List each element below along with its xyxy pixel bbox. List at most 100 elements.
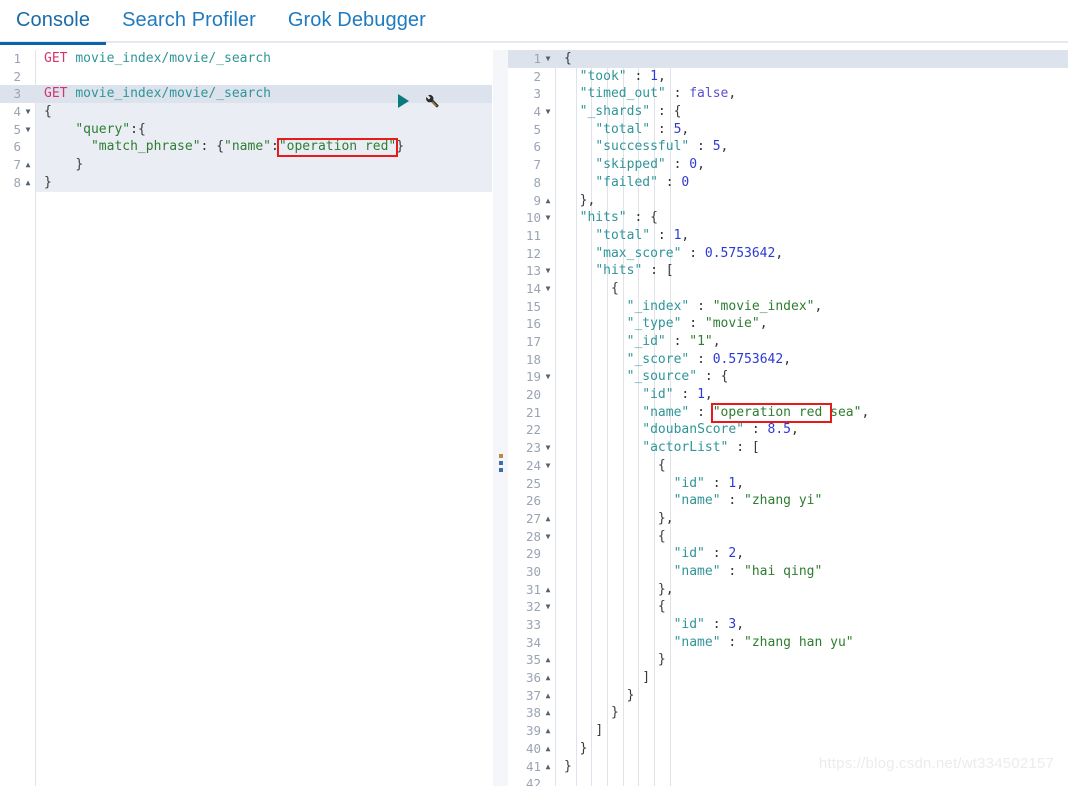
line-number[interactable]: 25 bbox=[508, 475, 555, 493]
play-icon[interactable] bbox=[398, 93, 409, 108]
code-line[interactable]: } bbox=[556, 687, 1068, 705]
code-line[interactable]: "total" : 5, bbox=[556, 121, 1068, 139]
fold-down-icon[interactable]: ▼ bbox=[543, 280, 553, 298]
line-number[interactable]: 3 bbox=[0, 85, 35, 104]
code-line[interactable]: "hits" : [ bbox=[556, 262, 1068, 280]
code-line[interactable]: "name" : "zhang han yu" bbox=[556, 634, 1068, 652]
response-editor-code[interactable]: { "took" : 1, "timed_out" : false, "_sha… bbox=[556, 50, 1068, 786]
request-editor-code[interactable]: GET movie_index/movie/_search GET movie_… bbox=[36, 50, 492, 786]
line-number[interactable]: 38 ▲ bbox=[508, 704, 555, 722]
fold-down-icon[interactable]: ▼ bbox=[543, 528, 553, 546]
code-line[interactable]: "_shards" : { bbox=[556, 103, 1068, 121]
line-number[interactable]: 4 ▼ bbox=[0, 103, 35, 121]
code-line[interactable]: "took" : 1, bbox=[556, 68, 1068, 86]
wrench-icon[interactable] bbox=[423, 92, 440, 109]
code-line[interactable]: GET movie_index/movie/_search bbox=[36, 50, 492, 68]
code-line[interactable]: "doubanScore" : 8.5, bbox=[556, 421, 1068, 439]
fold-down-icon[interactable]: ▼ bbox=[543, 103, 553, 121]
line-number[interactable]: 6 bbox=[508, 138, 555, 156]
line-number[interactable]: 20 bbox=[508, 386, 555, 404]
code-line[interactable]: "successful" : 5, bbox=[556, 138, 1068, 156]
code-line[interactable]: ] bbox=[556, 722, 1068, 740]
line-number[interactable]: 4 ▼ bbox=[508, 103, 555, 121]
line-number[interactable]: 33 bbox=[508, 616, 555, 634]
panel-splitter[interactable] bbox=[492, 50, 509, 786]
code-line[interactable]: } bbox=[556, 704, 1068, 722]
response-editor-gutter[interactable]: 1 ▼ 2 3 4 ▼ 5 6 7 8 9 ▲ 10 ▼ 11 12 13 ▼ 14 ▼ 15 16 17 18 19 ▼ 20 21… bbox=[508, 50, 556, 786]
fold-down-icon[interactable]: ▼ bbox=[23, 103, 33, 121]
code-line[interactable]: "skipped" : 0, bbox=[556, 156, 1068, 174]
line-number[interactable]: 2 bbox=[0, 68, 35, 86]
line-number[interactable]: 17 bbox=[508, 333, 555, 351]
line-number[interactable]: 5 ▼ bbox=[0, 121, 35, 139]
fold-up-icon[interactable]: ▲ bbox=[543, 722, 553, 740]
line-number[interactable]: 15 bbox=[508, 298, 555, 316]
code-line[interactable]: "_index" : "movie_index", bbox=[556, 298, 1068, 316]
code-line[interactable]: "id" : 3, bbox=[556, 616, 1068, 634]
line-number[interactable]: 11 bbox=[508, 227, 555, 245]
code-line[interactable]: }, bbox=[556, 192, 1068, 210]
code-line[interactable]: "total" : 1, bbox=[556, 227, 1068, 245]
response-editor-panel[interactable]: 1 ▼ 2 3 4 ▼ 5 6 7 8 9 ▲ 10 ▼ 11 12 13 ▼ 14 ▼ 15 16 17 18 19 ▼ 20 21… bbox=[508, 50, 1068, 786]
fold-up-icon[interactable]: ▲ bbox=[543, 740, 553, 758]
line-number[interactable]: 29 bbox=[508, 545, 555, 563]
code-line[interactable]: "match_phrase": {"name":"operation red"} bbox=[36, 138, 492, 157]
code-line[interactable]: } bbox=[36, 173, 492, 192]
tab-search-profiler[interactable]: Search Profiler bbox=[106, 0, 272, 44]
line-number[interactable]: 14 ▼ bbox=[508, 280, 555, 298]
fold-up-icon[interactable]: ▲ bbox=[543, 510, 553, 528]
line-number[interactable]: 36 ▲ bbox=[508, 669, 555, 687]
line-number[interactable]: 5 bbox=[508, 121, 555, 139]
fold-up-icon[interactable]: ▲ bbox=[23, 174, 33, 192]
line-number[interactable]: 22 bbox=[508, 421, 555, 439]
code-line[interactable]: "id" : 1, bbox=[556, 475, 1068, 493]
code-line[interactable]: ] bbox=[556, 669, 1068, 687]
line-number[interactable]: 19 ▼ bbox=[508, 368, 555, 386]
code-line[interactable]: { bbox=[556, 280, 1068, 298]
line-number[interactable]: 37 ▲ bbox=[508, 687, 555, 705]
line-number[interactable]: 1 bbox=[0, 50, 35, 68]
code-line[interactable]: "max_score" : 0.5753642, bbox=[556, 245, 1068, 263]
fold-down-icon[interactable]: ▼ bbox=[543, 598, 553, 616]
line-number[interactable]: 9 ▲ bbox=[508, 192, 555, 210]
fold-up-icon[interactable]: ▲ bbox=[543, 192, 553, 210]
code-line[interactable]: "_type" : "movie", bbox=[556, 315, 1068, 333]
line-number[interactable]: 31 ▲ bbox=[508, 581, 555, 599]
code-line[interactable]: { bbox=[556, 528, 1068, 546]
code-line[interactable]: }, bbox=[556, 510, 1068, 528]
line-number[interactable]: 34 bbox=[508, 634, 555, 652]
line-number[interactable]: 16 bbox=[508, 315, 555, 333]
code-line[interactable]: } bbox=[36, 156, 492, 174]
code-line[interactable]: } bbox=[556, 651, 1068, 669]
line-number[interactable]: 39 ▲ bbox=[508, 722, 555, 740]
code-line[interactable]: "name" : "zhang yi" bbox=[556, 492, 1068, 510]
fold-up-icon[interactable]: ▲ bbox=[543, 651, 553, 669]
code-line[interactable]: { bbox=[556, 457, 1068, 475]
fold-down-icon[interactable]: ▼ bbox=[543, 368, 553, 386]
line-number[interactable]: 40 ▲ bbox=[508, 740, 555, 758]
line-number[interactable]: 26 bbox=[508, 492, 555, 510]
line-number[interactable]: 1 ▼ bbox=[508, 50, 555, 68]
line-number[interactable]: 21 bbox=[508, 404, 555, 422]
code-line[interactable]: "id" : 1, bbox=[556, 386, 1068, 404]
code-line[interactable]: { bbox=[556, 50, 1068, 68]
tab-console[interactable]: Console bbox=[0, 0, 107, 45]
line-number[interactable]: 13 ▼ bbox=[508, 262, 555, 280]
fold-down-icon[interactable]: ▼ bbox=[543, 50, 553, 68]
code-line[interactable]: "query":{ bbox=[36, 120, 492, 139]
code-line[interactable]: "name" : "operation red sea", bbox=[556, 404, 1068, 422]
code-line[interactable]: "_id" : "1", bbox=[556, 333, 1068, 351]
line-number[interactable]: 42 bbox=[508, 775, 555, 786]
line-number[interactable]: 27 ▲ bbox=[508, 510, 555, 528]
code-line[interactable] bbox=[36, 68, 492, 86]
code-line[interactable]: "_source" : { bbox=[556, 368, 1068, 386]
fold-up-icon[interactable]: ▲ bbox=[543, 687, 553, 705]
fold-down-icon[interactable]: ▼ bbox=[543, 457, 553, 475]
fold-up-icon[interactable]: ▲ bbox=[543, 758, 553, 776]
fold-down-icon[interactable]: ▼ bbox=[543, 262, 553, 280]
line-number[interactable]: 32 ▼ bbox=[508, 598, 555, 616]
code-line[interactable]: "failed" : 0 bbox=[556, 174, 1068, 192]
fold-up-icon[interactable]: ▲ bbox=[543, 581, 553, 599]
code-line[interactable]: "hits" : { bbox=[556, 209, 1068, 227]
line-number[interactable]: 10 ▼ bbox=[508, 209, 555, 227]
